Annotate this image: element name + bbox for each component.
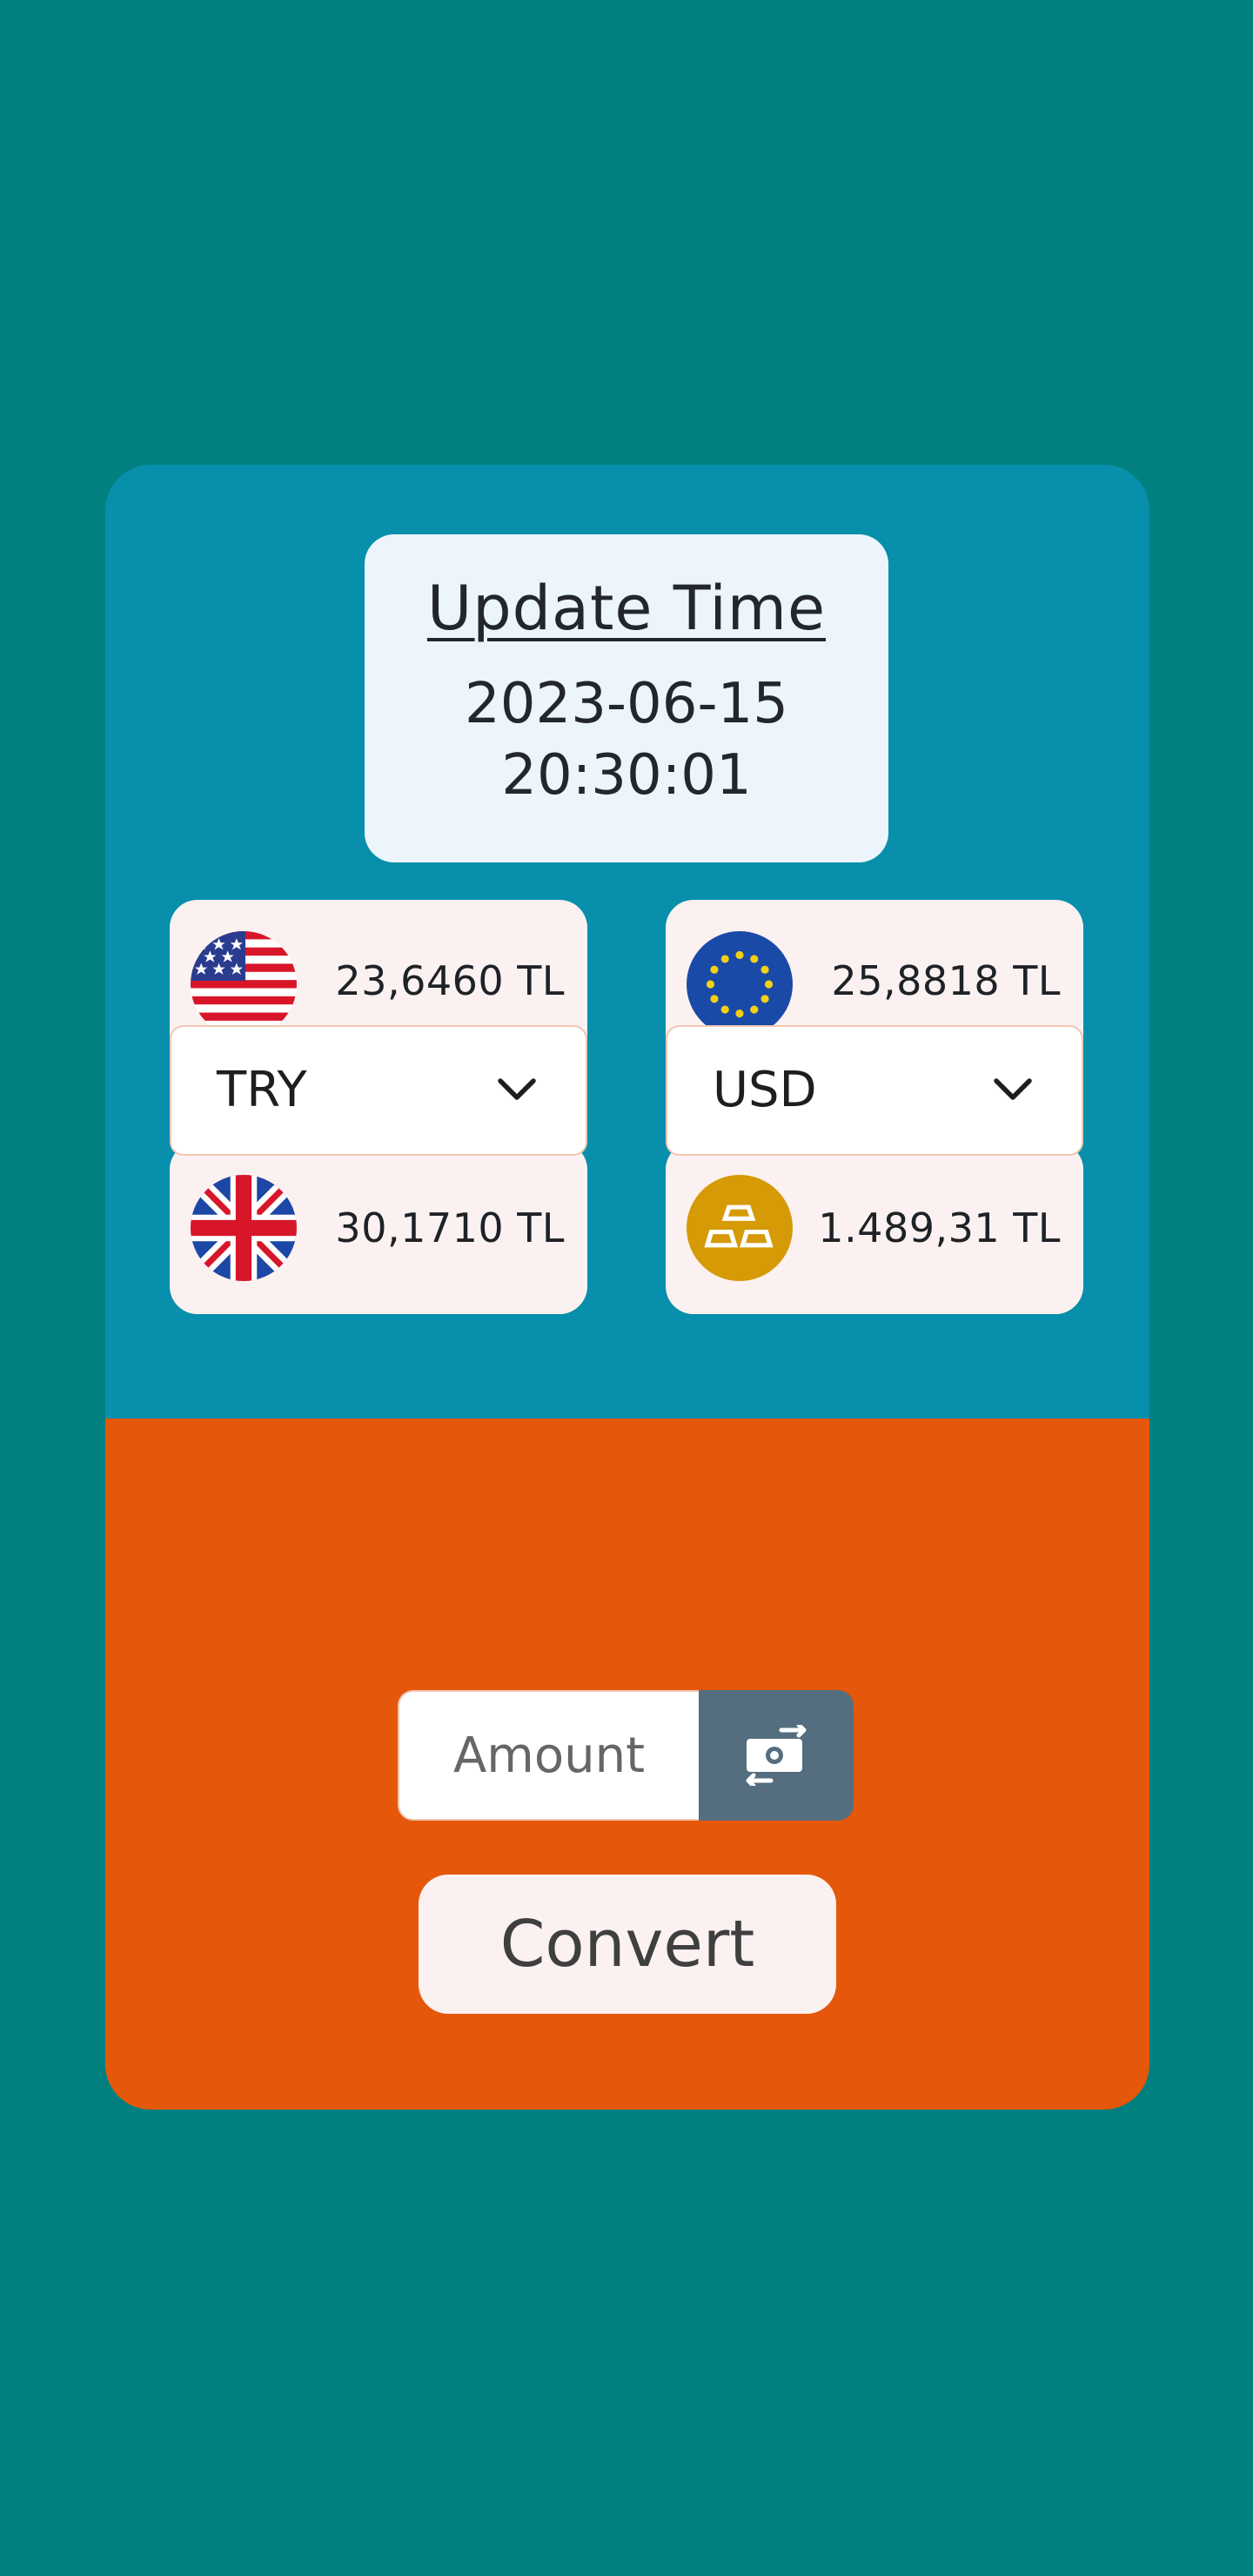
chevron-down-icon xyxy=(498,1078,536,1100)
rates-panel: Update Time 2023-06-15 20:30:01 23,6460 … xyxy=(105,465,1149,1419)
chevron-down-icon xyxy=(994,1078,1032,1100)
update-time-box: Update Time 2023-06-15 20:30:01 xyxy=(365,534,888,862)
us-flag-icon xyxy=(191,931,297,1037)
converter-card: Update Time 2023-06-15 20:30:01 23,6460 … xyxy=(105,465,1149,2110)
to-currency-value: USD xyxy=(713,1062,817,1118)
rate-card-gold: 1.489,31 TL xyxy=(666,1142,1083,1314)
amount-input[interactable] xyxy=(398,1690,699,1821)
convert-button[interactable]: Convert xyxy=(419,1875,836,2014)
from-currency-select[interactable]: TRY xyxy=(170,1025,587,1156)
to-currency-select[interactable]: USD xyxy=(666,1025,1083,1156)
money-exchange-icon xyxy=(746,1725,807,1786)
currency-exchange-button[interactable] xyxy=(699,1690,854,1821)
update-time-title: Update Time xyxy=(426,573,827,644)
update-time: 20:30:01 xyxy=(501,743,752,808)
rate-card-gbp: 30,1710 TL xyxy=(170,1142,587,1314)
update-date: 2023-06-15 xyxy=(465,672,788,736)
rate-value-gbp: 30,1710 TL xyxy=(335,1204,565,1251)
rate-value-gold: 1.489,31 TL xyxy=(818,1204,1061,1251)
eu-flag-icon xyxy=(687,931,793,1037)
gold-bars-icon xyxy=(687,1175,793,1281)
uk-flag-icon xyxy=(191,1175,297,1281)
from-currency-value: TRY xyxy=(217,1062,307,1118)
amount-input-group xyxy=(398,1690,854,1821)
